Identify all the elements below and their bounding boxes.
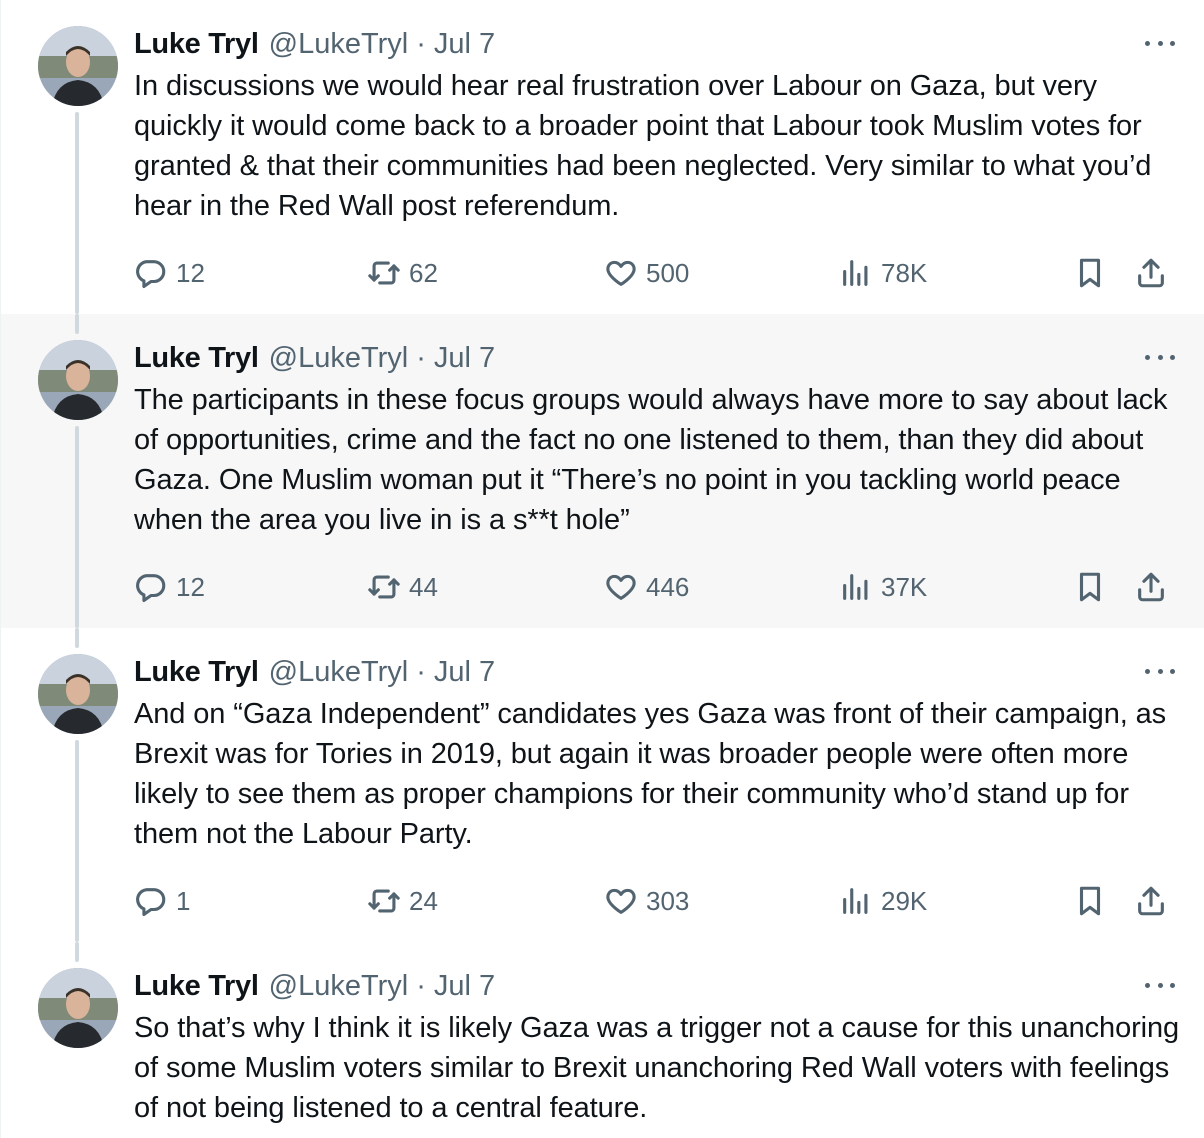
author-name[interactable]: Luke Tryl xyxy=(134,656,259,689)
repost-icon xyxy=(368,889,400,913)
bookmark-button[interactable] xyxy=(1073,253,1107,293)
thread-connector-line xyxy=(75,628,79,648)
views-count: 78K xyxy=(881,257,928,288)
avatar[interactable] xyxy=(38,340,118,420)
separator: · xyxy=(416,969,426,1002)
separator: · xyxy=(416,27,426,60)
like-button[interactable]: 446 xyxy=(604,567,689,607)
tweet-thread: Luke Tryl @LukeTryl · Jul 7 In discussio… xyxy=(0,0,1204,1138)
reply-icon xyxy=(136,574,166,603)
reply-button[interactable]: 12 xyxy=(134,253,205,293)
bookmark-icon xyxy=(1079,258,1101,288)
author-handle[interactable]: @LukeTryl xyxy=(269,28,409,61)
tweet-text: So that’s why I think it is likely Gaza … xyxy=(134,1012,1180,1124)
reply-icon xyxy=(136,260,166,289)
like-count: 500 xyxy=(646,257,690,288)
author-handle[interactable]: @LukeTryl xyxy=(269,342,409,375)
reply-icon xyxy=(136,888,166,917)
tweet-actions: 1 24 303 29K xyxy=(1,881,1204,921)
avatar[interactable] xyxy=(38,26,118,106)
views-icon xyxy=(843,888,868,914)
tweet-date[interactable]: Jul 7 xyxy=(434,342,495,375)
separator: · xyxy=(416,655,426,688)
thread-connector-line xyxy=(75,942,79,962)
tweet[interactable]: Luke Tryl @LukeTryl · Jul 7 The particip… xyxy=(1,314,1204,628)
tweet-header: Luke Tryl @LukeTryl · Jul 7 xyxy=(134,968,495,1004)
thread-connector-line xyxy=(75,314,79,334)
author-name[interactable]: Luke Tryl xyxy=(134,28,259,61)
like-count: 303 xyxy=(646,885,690,916)
share-icon xyxy=(1138,572,1164,602)
reply-count: 1 xyxy=(176,885,191,916)
views-icon xyxy=(843,260,868,286)
tweet[interactable]: Luke Tryl @LukeTryl · Jul 7 In discussio… xyxy=(1,0,1204,314)
more-icon[interactable] xyxy=(1145,36,1175,50)
like-icon xyxy=(606,888,636,914)
separator: · xyxy=(416,341,426,374)
tweet-text: In discussions we would hear real frustr… xyxy=(134,70,1152,222)
repost-count: 62 xyxy=(409,257,438,288)
like-button[interactable]: 303 xyxy=(604,881,689,921)
repost-count: 44 xyxy=(409,571,438,602)
repost-count: 24 xyxy=(409,885,438,916)
tweet-date[interactable]: Jul 7 xyxy=(434,656,495,689)
tweet-actions: 12 62 500 78K xyxy=(1,253,1204,293)
tweet-header: Luke Tryl @LukeTryl · Jul 7 xyxy=(134,26,495,62)
like-count: 446 xyxy=(646,571,690,602)
share-button[interactable] xyxy=(1134,253,1168,293)
like-button[interactable]: 500 xyxy=(604,253,689,293)
more-icon[interactable] xyxy=(1145,978,1175,992)
repost-button[interactable]: 44 xyxy=(367,567,438,607)
bookmark-button[interactable] xyxy=(1073,881,1107,921)
like-icon xyxy=(606,574,636,600)
views-icon xyxy=(843,574,868,600)
share-button[interactable] xyxy=(1134,881,1168,921)
reply-button[interactable]: 1 xyxy=(134,881,190,921)
bookmark-button[interactable] xyxy=(1073,567,1107,607)
views-button[interactable]: 29K xyxy=(839,881,927,921)
share-icon xyxy=(1138,258,1164,288)
reply-button[interactable]: 12 xyxy=(134,567,205,607)
tweet-text: The participants in these focus groups w… xyxy=(134,384,1168,536)
author-name[interactable]: Luke Tryl xyxy=(134,342,259,375)
tweet-text: And on “Gaza Independent” candidates yes… xyxy=(134,698,1167,850)
tweet-date[interactable]: Jul 7 xyxy=(434,970,495,1003)
reply-count: 12 xyxy=(176,257,205,288)
author-handle[interactable]: @LukeTryl xyxy=(269,970,409,1003)
avatar[interactable] xyxy=(38,968,118,1048)
avatar[interactable] xyxy=(38,654,118,734)
tweet[interactable]: Luke Tryl @LukeTryl · Jul 7 So that’s wh… xyxy=(1,942,1204,1138)
tweet-header: Luke Tryl @LukeTryl · Jul 7 xyxy=(134,340,495,376)
views-count: 37K xyxy=(881,571,928,602)
author-name[interactable]: Luke Tryl xyxy=(134,970,259,1003)
bookmark-icon xyxy=(1079,886,1101,916)
views-count: 29K xyxy=(881,885,928,916)
repost-icon xyxy=(368,575,400,599)
more-icon[interactable] xyxy=(1145,350,1175,364)
bookmark-icon xyxy=(1079,572,1101,602)
tweet-date[interactable]: Jul 7 xyxy=(434,28,495,61)
share-button[interactable] xyxy=(1134,567,1168,607)
more-icon[interactable] xyxy=(1145,664,1175,678)
tweet-header: Luke Tryl @LukeTryl · Jul 7 xyxy=(134,654,495,690)
like-icon xyxy=(606,260,636,286)
author-handle[interactable]: @LukeTryl xyxy=(269,656,409,689)
repost-button[interactable]: 24 xyxy=(367,881,438,921)
repost-icon xyxy=(368,261,400,285)
views-button[interactable]: 37K xyxy=(839,567,927,607)
views-button[interactable]: 78K xyxy=(839,253,927,293)
tweet[interactable]: Luke Tryl @LukeTryl · Jul 7 And on “Gaza… xyxy=(1,628,1204,942)
reply-count: 12 xyxy=(176,571,205,602)
share-icon xyxy=(1138,886,1164,916)
tweet-actions: 12 44 446 37K xyxy=(1,567,1204,607)
repost-button[interactable]: 62 xyxy=(367,253,438,293)
